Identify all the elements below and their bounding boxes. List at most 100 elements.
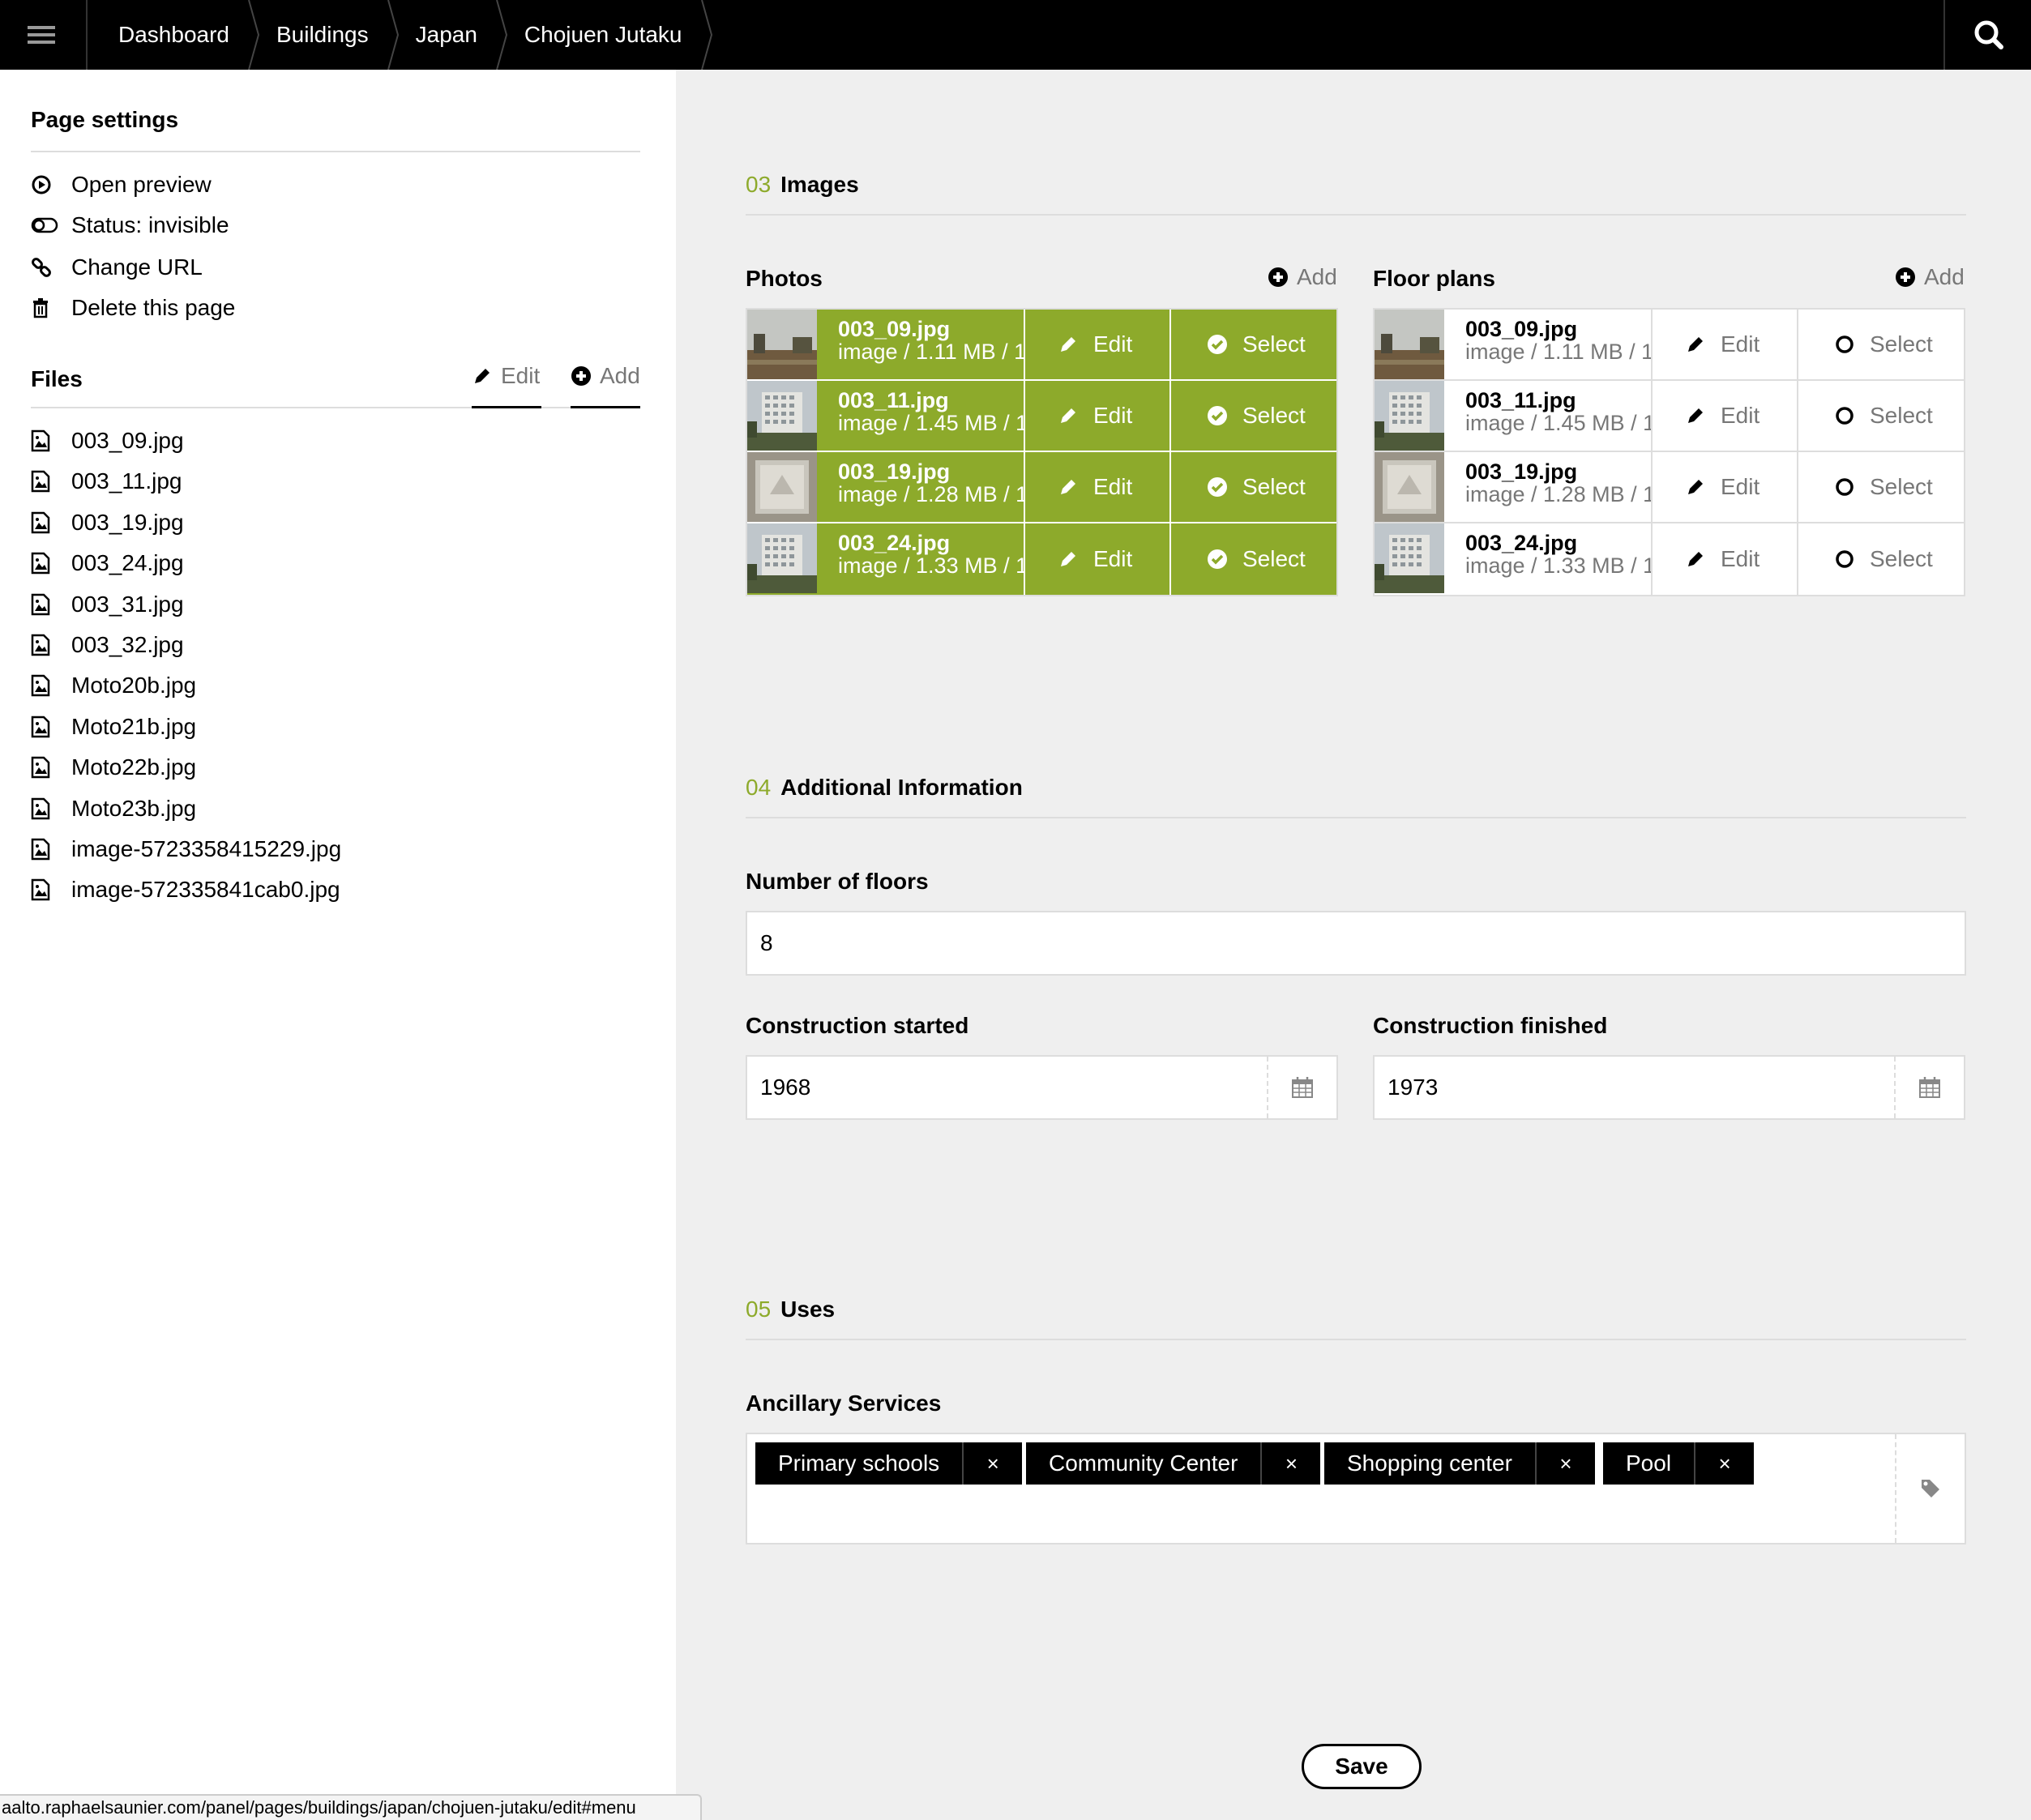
file-info: 003_19.jpg image / 1.28 MB / 1 [817,452,1025,522]
file-list-item[interactable]: 003_24.jpg [31,547,184,579]
open-preview-link[interactable]: Open preview [31,169,212,201]
edit-file-button[interactable]: Edit [1653,452,1798,522]
edit-file-button[interactable]: Edit [1653,523,1798,595]
edit-file-button[interactable]: Edit [1025,381,1171,451]
breadcrumb-chojuen-jutaku[interactable]: Chojuen Jutaku [497,0,712,70]
ancillary-services-label: Ancillary Services [746,1391,942,1416]
tag-button[interactable] [1895,1434,1965,1543]
image-thumbnail[interactable] [1375,381,1444,451]
edit-label: Edit [1093,546,1133,571]
calendar-button[interactable] [1267,1057,1336,1118]
file-info: 003_19.jpg image / 1.28 MB / 1 [1444,452,1653,522]
image-thumbnail[interactable] [747,310,817,379]
file-name: Moto21b.jpg [71,713,197,739]
file-list-item[interactable]: Moto20b.jpg [31,669,196,702]
top-bar: Dashboard Buildings Japan Chojuen Jutaku [0,0,2031,70]
file-meta: image / 1.28 MB / 1 [1465,482,1653,506]
file-list-item[interactable]: Moto23b.jpg [31,793,196,825]
select-file-button[interactable]: Select [1798,310,1964,379]
edit-file-button[interactable]: Edit [1653,310,1798,379]
breadcrumb-buildings[interactable]: Buildings [249,0,399,70]
circle-icon [1836,478,1854,496]
file-list-item[interactable]: image-5723358415229.jpg [31,833,341,865]
save-button[interactable]: Save [1302,1744,1422,1789]
construction-started-label: Construction started [746,1013,969,1038]
file-meta: image / 1.28 MB / 1 [838,482,1025,506]
tag-remove-button[interactable]: × [1262,1442,1320,1485]
image-thumbnail[interactable] [747,523,817,593]
file-list-item[interactable]: Moto22b.jpg [31,751,196,784]
file-list-item[interactable]: 003_31.jpg [31,588,184,621]
file-list-item[interactable]: 003_32.jpg [31,629,184,661]
image-thumbnail[interactable] [1375,523,1444,593]
tag-remove-button[interactable]: × [1695,1442,1754,1485]
pencil-icon [1061,337,1075,352]
edit-file-button[interactable]: Edit [1025,523,1171,595]
menu-button[interactable] [0,0,88,70]
file-name: 003_24.jpg [838,531,951,555]
construction-started-input[interactable]: 1968 [746,1055,1338,1120]
image-file-icon [31,838,50,861]
floors-input[interactable]: 8 [746,911,1966,976]
file-row: 003_09.jpg image / 1.11 MB / 1 Edit Select [1375,310,1964,381]
calendar-button[interactable] [1894,1057,1964,1118]
circle-icon [1836,407,1854,425]
search-button[interactable] [1943,0,2031,70]
delete-page-link[interactable]: Delete this page [31,292,235,324]
files-title: Files [31,366,83,391]
edit-label: Edit [1721,474,1760,499]
select-label: Select [1242,403,1306,428]
file-list-item[interactable]: 003_11.jpg [31,465,182,498]
edit-file-button[interactable]: Edit [1025,310,1171,379]
add-label: Add [1924,264,1965,289]
file-row: 003_19.jpg image / 1.28 MB / 1 Edit Select [1375,452,1964,523]
file-row: 003_24.jpg image / 1.33 MB / 1 Edit Select [1375,523,1964,595]
edit-file-button[interactable]: Edit [1653,381,1798,451]
image-thumbnail[interactable] [1375,310,1444,379]
photos-add-button[interactable]: Add [1268,264,1337,290]
status-label: Status: invisible [71,212,229,237]
construction-finished-label: Construction finished [1373,1013,1608,1038]
tag-remove-button[interactable]: × [964,1442,1022,1485]
edit-file-button[interactable]: Edit [1025,452,1171,522]
files-edit-button[interactable]: Edit [472,363,540,389]
edit-underline [472,406,541,408]
select-file-button[interactable]: Select [1798,523,1964,595]
tag-remove-button[interactable]: × [1537,1442,1595,1485]
section-number: 03 [746,172,772,197]
image-thumbnail[interactable] [747,381,817,451]
select-file-button[interactable]: Select [1798,381,1964,451]
file-row: 003_19.jpg image / 1.28 MB / 1 Edit Select [747,452,1336,523]
construction-finished-input[interactable]: 1973 [1373,1055,1965,1120]
breadcrumb-dashboard[interactable]: Dashboard [89,0,260,70]
circle-icon [1836,550,1854,568]
edit-label: Edit [1721,546,1760,571]
select-file-button[interactable]: Select [1171,523,1336,595]
select-file-button[interactable]: Select [1171,452,1336,522]
status-toggle[interactable]: Status: invisible [31,209,229,241]
uses-section-title: 05 Uses [746,1297,835,1322]
image-thumbnail[interactable] [747,452,817,522]
calendar-icon [1292,1077,1313,1098]
file-name: 003_11.jpg [71,468,182,494]
floor-plans-add-button[interactable]: Add [1895,264,1965,290]
section-title-text: Additional Information [780,775,1023,800]
select-file-button[interactable]: Select [1171,310,1336,379]
file-name: 003_32.jpg [71,632,184,657]
ancillary-services-tag-input[interactable]: Primary schools × Community Center × Shopp… [746,1433,1966,1544]
file-list-item[interactable]: Moto21b.jpg [31,711,196,743]
change-url-link[interactable]: Change URL [31,251,203,284]
select-file-button[interactable]: Select [1798,452,1964,522]
file-list-item[interactable]: 003_19.jpg [31,506,184,539]
file-list-item[interactable]: 003_09.jpg [31,425,184,457]
breadcrumb-japan[interactable]: Japan [388,0,507,70]
select-file-button[interactable]: Select [1171,381,1336,451]
divider [746,214,1966,216]
image-thumbnail[interactable] [1375,452,1444,522]
select-label: Select [1242,331,1306,357]
image-file-icon [31,552,50,575]
image-file-icon [31,879,50,901]
edit-label: Edit [1093,403,1133,428]
file-list-item[interactable]: image-572335841cab0.jpg [31,874,340,906]
files-add-button[interactable]: Add [571,363,640,389]
